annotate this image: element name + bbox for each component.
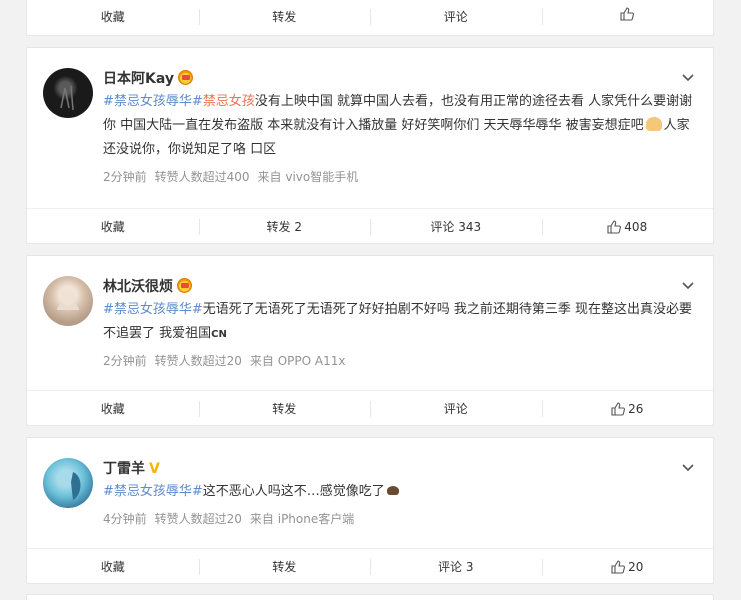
crown-badge-icon	[177, 278, 192, 293]
post-card-3: 丁雷羊 V #禁忌女孩辱华#这不恶心人吗这不…感觉像吃了 4分钟前 转赞人数超过20…	[26, 437, 714, 584]
collect-label: 收藏	[100, 10, 125, 24]
thumbs-up-icon	[620, 7, 635, 21]
like-count: 408	[624, 219, 648, 234]
post-meta: 2分钟前 转赞人数超过20 来自 OPPO A11x	[103, 352, 346, 369]
avatar[interactable]	[43, 68, 93, 118]
collect-button[interactable]: 收藏	[27, 391, 199, 427]
collect-label: 收藏	[100, 219, 125, 234]
comment-button[interactable]: 评论 3	[370, 549, 542, 585]
collect-label: 收藏	[100, 559, 125, 574]
post-source: 来自 OPPO A11x	[249, 354, 346, 368]
repost-label: 转发 2	[266, 219, 302, 234]
thumbs-up-icon	[611, 401, 626, 416]
chevron-down-icon[interactable]	[681, 70, 695, 84]
post-text: #禁忌女孩辱华#这不恶心人吗这不…感觉像吃了	[103, 480, 699, 504]
post-card-2: 林北沃很烦 #禁忌女孩辱华#无语死了无语死了无语死了好好拍剧不好吗 我之前还期待…	[26, 255, 714, 426]
comment-label: 评论	[443, 10, 468, 24]
comment-label: 评论 343	[430, 219, 482, 234]
collect-label: 收藏	[100, 401, 125, 416]
chevron-down-icon[interactable]	[681, 460, 695, 474]
user-name[interactable]: 日本阿Kay	[103, 68, 193, 88]
avatar-image	[71, 472, 81, 500]
user-name[interactable]: 丁雷羊 V	[103, 458, 160, 478]
post-time[interactable]: 4分钟前	[103, 512, 147, 526]
comment-button[interactable]: 评论	[370, 391, 542, 427]
comment-label: 评论 3	[438, 559, 474, 574]
reposts-note: 转赞人数超过20	[154, 354, 242, 368]
user-name[interactable]: 林北沃很烦	[103, 276, 192, 296]
repost-label: 转发	[272, 559, 297, 574]
avatar[interactable]	[43, 458, 93, 508]
avatar[interactable]	[43, 276, 93, 326]
post-text: #禁忌女孩辱华#禁忌女孩没有上映中国 就算中国人去看，也没有用正常的途径去看 人…	[103, 90, 699, 162]
repost-button[interactable]: 转发	[198, 391, 371, 427]
topic-link[interactable]: #禁忌女孩辱华#	[103, 94, 203, 109]
comment-label: 评论	[443, 401, 468, 416]
post-actions: 收藏 转发 评论 3 20	[27, 548, 713, 584]
chevron-down-icon[interactable]	[681, 278, 695, 292]
comment-button[interactable]: 评论 343	[370, 209, 542, 245]
post-card-4	[26, 594, 714, 600]
poop-emoji-icon	[386, 486, 399, 495]
post-meta: 2分钟前 转赞人数超过400 来自 vivo智能手机	[103, 168, 358, 185]
post-source: 来自 iPhone客户端	[249, 512, 355, 526]
reposts-note: 转赞人数超过400	[154, 170, 250, 184]
hands-emoji-icon	[645, 117, 662, 131]
post-actions: 收藏 转发 评论	[27, 0, 713, 35]
post-time[interactable]: 2分钟前	[103, 170, 147, 184]
thumbs-up-icon	[607, 219, 622, 234]
verified-v-icon: V	[149, 461, 160, 477]
crown-badge-icon	[178, 70, 193, 85]
post-meta: 4分钟前 转赞人数超过20 来自 iPhone客户端	[103, 510, 354, 527]
repost-button[interactable]: 转发	[198, 0, 371, 35]
post-card-0: 收藏 转发 评论	[26, 0, 714, 36]
avatar-image	[60, 85, 74, 111]
cn-flag-emoji: CN	[211, 329, 227, 340]
post-time[interactable]: 2分钟前	[103, 354, 147, 368]
like-button[interactable]: 26	[541, 391, 714, 427]
repost-label: 转发	[272, 401, 297, 416]
post-body: 这不恶心人吗这不…感觉像吃了	[202, 484, 385, 499]
like-count: 26	[628, 401, 644, 416]
collect-button[interactable]: 收藏	[27, 0, 199, 35]
thumbs-up-icon	[611, 559, 626, 574]
like-button[interactable]: 20	[541, 549, 714, 585]
collect-button[interactable]: 收藏	[27, 549, 199, 585]
post-text: #禁忌女孩辱华#无语死了无语死了无语死了好好拍剧不好吗 我之前还期待第三季 现在…	[103, 298, 699, 347]
comment-button[interactable]: 评论	[370, 0, 542, 35]
like-button[interactable]	[541, 0, 714, 35]
repost-label: 转发	[272, 10, 297, 24]
topic-link[interactable]: #禁忌女孩辱华#	[103, 484, 203, 499]
collect-button[interactable]: 收藏	[27, 209, 199, 245]
post-source: 来自 vivo智能手机	[257, 170, 359, 184]
like-count: 20	[628, 559, 644, 574]
avatar-image	[57, 291, 79, 310]
repost-button[interactable]: 转发	[198, 549, 371, 585]
keyword-highlight[interactable]: 禁忌女孩	[203, 94, 255, 109]
post-actions: 收藏 转发 评论 26	[27, 390, 713, 426]
like-button[interactable]: 408	[541, 209, 714, 245]
reposts-note: 转赞人数超过20	[154, 512, 242, 526]
post-actions: 收藏 转发 2 评论 343 408	[27, 208, 713, 244]
post-card-1: 日本阿Kay #禁忌女孩辱华#禁忌女孩没有上映中国 就算中国人去看，也没有用正常…	[26, 47, 714, 244]
repost-button[interactable]: 转发 2	[198, 209, 371, 245]
topic-link[interactable]: #禁忌女孩辱华#	[103, 302, 203, 317]
